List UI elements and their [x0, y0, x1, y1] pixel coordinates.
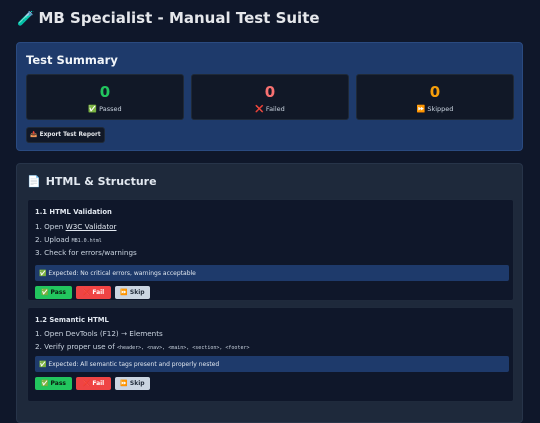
step-text: 1. Open	[35, 222, 66, 231]
test-card-html-validation: 1.1 HTML Validation 1. Open W3C Validato…	[27, 199, 514, 301]
page-title-text: MB Specialist - Manual Test Suite	[38, 9, 320, 27]
skip-icon: ⏩	[416, 105, 426, 113]
failed-count: 0	[264, 83, 276, 101]
check-icon: ✅	[88, 105, 98, 113]
test-step: 1. Open W3C Validator	[35, 222, 117, 231]
test-card-title: 1.2 Semantic HTML	[35, 316, 109, 324]
summary-title: Test Summary	[26, 53, 118, 67]
passed-label: ✅ Passed	[27, 105, 183, 113]
failed-label: ❌ Failed	[192, 105, 348, 113]
fail-button[interactable]: ❌ Fail	[76, 286, 111, 299]
document-icon: 📄	[27, 175, 41, 188]
w3c-validator-link[interactable]: W3C Validator	[66, 222, 117, 231]
skipped-label-text: Skipped	[427, 105, 454, 113]
test-summary-panel: Test Summary 0 ✅ Passed 0 ❌ Failed 0 ⏩ Skip…	[16, 42, 523, 151]
export-label: Export Test Report	[39, 132, 101, 138]
expected-result: ✅ Expected: All semantic tags present an…	[35, 356, 509, 372]
passed-label-text: Passed	[99, 105, 122, 113]
expected-result: ✅ Expected: No critical errors, warnings…	[35, 265, 509, 281]
test-card-semantic-html: 1.2 Semantic HTML 1. Open DevTools (F12)…	[27, 307, 514, 402]
pass-button[interactable]: ✅ Pass	[35, 286, 72, 299]
section-title-text: HTML & Structure	[45, 175, 157, 188]
section-title: 📄 HTML & Structure	[27, 175, 157, 188]
export-icon: 📤	[30, 132, 38, 138]
skipped-stat: 0 ⏩ Skipped	[356, 74, 514, 120]
failed-stat: 0 ❌ Failed	[191, 74, 349, 120]
filename-code: MB1.0.html	[71, 238, 102, 244]
semantic-tags-code: <header>, <nav>, <main>, <section>, <foo…	[117, 345, 250, 351]
test-tube-icon: 🧪	[17, 11, 35, 27]
test-step: 2. Verify proper use of <header>, <nav>,…	[35, 342, 249, 351]
test-step: 3. Check for errors/warnings	[35, 248, 137, 257]
test-step: 1. Open DevTools (F12) → Elements	[35, 329, 163, 338]
skipped-count: 0	[429, 83, 441, 101]
pass-button[interactable]: ✅ Pass	[35, 377, 72, 390]
export-report-button[interactable]: 📤 Export Test Report	[26, 127, 105, 143]
skip-button[interactable]: ⏩ Skip	[115, 377, 150, 390]
step-text: 2. Verify proper use of	[35, 342, 118, 351]
skip-button[interactable]: ⏩ Skip	[115, 286, 150, 299]
page-title: 🧪 MB Specialist - Manual Test Suite	[17, 9, 320, 27]
skipped-label: ⏩ Skipped	[357, 105, 513, 113]
passed-count: 0	[99, 83, 111, 101]
passed-stat: 0 ✅ Passed	[26, 74, 184, 120]
html-structure-section: 📄 HTML & Structure 1.1 HTML Validation 1.…	[16, 163, 523, 423]
fail-button[interactable]: ❌ Fail	[76, 377, 111, 390]
step-text: 2. Upload	[35, 235, 72, 244]
cross-icon: ❌	[255, 105, 264, 113]
test-card-title: 1.1 HTML Validation	[35, 208, 112, 216]
failed-label-text: Failed	[265, 105, 285, 113]
test-step: 2. Upload MB1.0.html	[35, 235, 102, 244]
